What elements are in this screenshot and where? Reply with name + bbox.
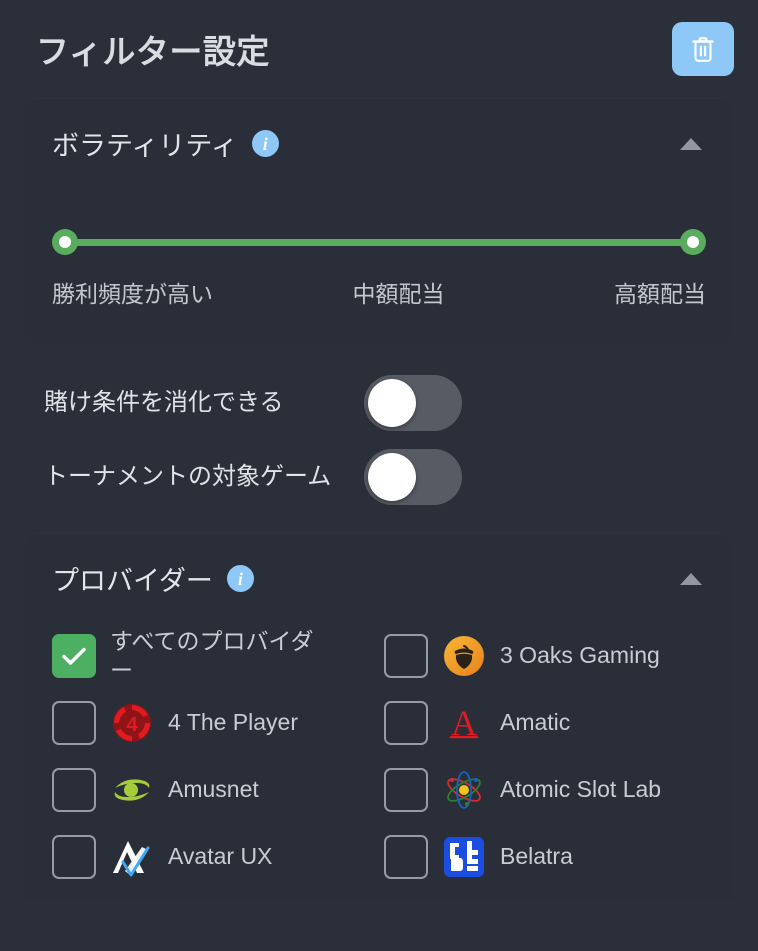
provider-row-4-the-player[interactable]: 4 4 The Player xyxy=(52,689,374,756)
toggle-row-tournament[interactable]: トーナメントの対象ゲーム xyxy=(0,443,758,511)
volatility-header-left: ボラティリティ i xyxy=(52,124,279,163)
toggle-wagering[interactable] xyxy=(364,375,462,431)
chevron-up-icon[interactable] xyxy=(680,572,702,585)
filter-settings-screen: フィルター設定 ボラティリティ i 勝利頻度が高い 中額配当 高額配当 賭け条件… xyxy=(0,0,758,951)
provider-row-atomic-slot-lab[interactable]: Atomic Slot Lab xyxy=(384,756,706,823)
volatility-section-header[interactable]: ボラティリティ i xyxy=(52,124,706,163)
provider-row-avatar-ux[interactable]: Avatar UX xyxy=(52,823,374,890)
page-title: フィルター設定 xyxy=(36,33,270,70)
provider-name: Atomic Slot Lab xyxy=(500,776,662,803)
volatility-card: ボラティリティ i 勝利頻度が高い 中額配当 高額配当 xyxy=(24,98,734,345)
provider-row-amatic[interactable]: A Amatic xyxy=(384,689,706,756)
slider-label-low: 勝利頻度が高い xyxy=(52,281,213,307)
belatra-square-logo xyxy=(442,835,486,879)
provider-row-belatra[interactable]: Belatra xyxy=(384,823,706,890)
toggle-label-wagering: 賭け条件を消化できる xyxy=(44,388,284,416)
provider-name: 3 Oaks Gaming xyxy=(500,642,660,669)
slider-label-high: 高額配当 xyxy=(614,281,706,307)
checkbox-amusnet[interactable] xyxy=(52,767,96,812)
providers-title: プロバイダー xyxy=(52,566,213,596)
letter-a-logo: A xyxy=(442,701,486,745)
eye-swoosh-logo xyxy=(110,768,154,812)
atom-logo xyxy=(442,768,486,812)
checkbox-all-providers[interactable] xyxy=(52,633,96,678)
providers-card: プロバイダー i すべてのプロバイダー 3 Oaks Gaming 4 4 Th… xyxy=(24,533,734,900)
provider-row-all[interactable]: すべてのプロバイダー xyxy=(52,622,374,689)
provider-name: Belatra xyxy=(500,843,573,870)
checkbox-atomic-slot-lab[interactable] xyxy=(384,767,428,812)
trash-icon xyxy=(690,34,716,64)
checkbox-4-the-player[interactable] xyxy=(52,700,96,745)
slider-track[interactable] xyxy=(65,239,693,246)
checkbox-3-oaks-gaming[interactable] xyxy=(384,633,428,678)
toggle-tournament[interactable] xyxy=(364,449,462,505)
svg-text:4: 4 xyxy=(126,714,138,736)
chevron-up-icon[interactable] xyxy=(680,137,702,150)
slider-label-mid: 中額配当 xyxy=(352,281,445,307)
clear-filters-button[interactable] xyxy=(672,22,734,76)
checkbox-belatra[interactable] xyxy=(384,834,428,879)
provider-row-amusnet[interactable]: Amusnet xyxy=(52,756,374,823)
header: フィルター設定 xyxy=(0,0,758,98)
toggle-label-tournament: トーナメントの対象ゲーム xyxy=(44,462,332,490)
volatility-title: ボラティリティ xyxy=(52,131,238,161)
provider-list: すべてのプロバイダー 3 Oaks Gaming 4 4 The Player … xyxy=(52,622,706,890)
toggle-row-wagering[interactable]: 賭け条件を消化できる xyxy=(0,369,758,437)
info-icon[interactable]: i xyxy=(251,130,279,157)
toggle-knob xyxy=(368,379,416,427)
provider-row-3-oaks-gaming[interactable]: 3 Oaks Gaming xyxy=(384,622,706,689)
slider-handle-min[interactable] xyxy=(52,229,78,255)
checkbox-amatic[interactable] xyxy=(384,700,428,745)
provider-name: すべてのプロバイダー xyxy=(110,627,314,683)
four-circle-logo: 4 xyxy=(110,701,154,745)
provider-name: Amatic xyxy=(500,709,571,736)
provider-name: 4 The Player xyxy=(168,709,298,736)
avatar-peak-logo xyxy=(110,835,154,879)
info-icon[interactable]: i xyxy=(226,565,254,592)
providers-header-left: プロバイダー i xyxy=(52,559,254,598)
providers-section-header[interactable]: プロバイダー i xyxy=(52,559,706,598)
toggle-knob xyxy=(368,453,416,501)
provider-name: Avatar UX xyxy=(168,843,273,870)
provider-name: Amusnet xyxy=(168,776,259,803)
acorn-logo xyxy=(442,634,486,678)
slider-labels: 勝利頻度が高い 中額配当 高額配当 xyxy=(52,275,706,309)
slider-handle-max[interactable] xyxy=(680,229,706,255)
volatility-range-slider[interactable] xyxy=(52,229,706,255)
checkbox-avatar-ux[interactable] xyxy=(52,834,96,879)
